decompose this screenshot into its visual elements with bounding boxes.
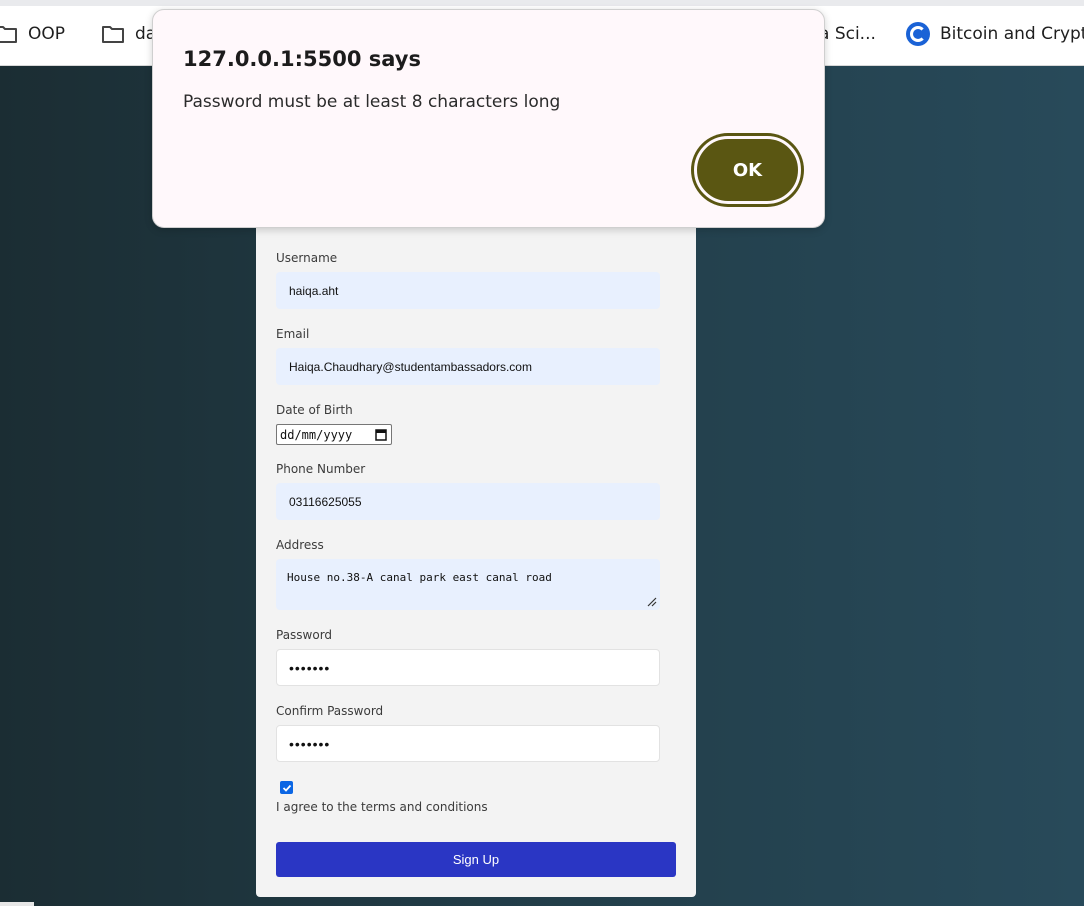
bookmark-bitcoin[interactable]: Bitcoin and Crypto bbox=[906, 22, 1084, 46]
email-label: Email bbox=[276, 327, 310, 341]
confirm-password-value: ••••••• bbox=[289, 735, 331, 752]
bookmark-oop[interactable]: OOP bbox=[0, 22, 65, 46]
folder-icon bbox=[0, 26, 17, 43]
password-value: ••••••• bbox=[289, 659, 331, 676]
phone-label: Phone Number bbox=[276, 462, 366, 476]
email-value: Haiqa.Chaudhary@studentambassadors.com bbox=[289, 359, 532, 374]
address-label: Address bbox=[276, 538, 324, 552]
resize-handle-icon[interactable] bbox=[647, 597, 657, 607]
bookmark-da[interactable]: da bbox=[101, 22, 156, 46]
bookmark-label: OOP bbox=[28, 24, 66, 44]
bookmark-label: Bitcoin and Crypto bbox=[940, 24, 1084, 44]
confirm-password-label: Confirm Password bbox=[276, 704, 384, 718]
email-input[interactable]: Haiqa.Chaudhary@studentambassadors.com bbox=[276, 348, 660, 385]
dob-placeholder: dd/mm/yyyy bbox=[280, 427, 353, 442]
password-input[interactable]: ••••••• bbox=[276, 649, 660, 686]
dialog-message: Password must be at least 8 characters l… bbox=[183, 92, 561, 112]
phone-input[interactable]: 03116625055 bbox=[276, 483, 660, 520]
phone-value: 03116625055 bbox=[289, 494, 362, 509]
terms-checkbox[interactable] bbox=[280, 781, 293, 794]
confirm-password-input[interactable]: ••••••• bbox=[276, 725, 660, 762]
dob-label: Date of Birth bbox=[276, 403, 353, 417]
username-label: Username bbox=[276, 251, 338, 265]
username-value: haiqa.aht bbox=[289, 283, 339, 298]
tab-strip-edge bbox=[0, 0, 1084, 6]
alert-dialog: 127.0.0.1:5500 says Password must be at … bbox=[152, 9, 825, 228]
taskbar-edge bbox=[0, 902, 34, 906]
dob-input[interactable]: dd/mm/yyyy bbox=[276, 424, 392, 445]
signup-form: Username haiqa.aht Email Haiqa.Chaudhary… bbox=[256, 215, 696, 897]
sign-up-button[interactable]: Sign Up bbox=[276, 842, 676, 877]
ok-button[interactable]: OK bbox=[694, 136, 801, 204]
terms-label: I agree to the terms and conditions bbox=[276, 800, 488, 814]
password-label: Password bbox=[276, 628, 333, 642]
address-textarea[interactable]: House no.38-A canal park east canal road bbox=[276, 559, 660, 610]
folder-icon bbox=[102, 26, 124, 43]
checkmark-icon bbox=[282, 784, 291, 792]
username-input[interactable]: haiqa.aht bbox=[276, 272, 660, 309]
dialog-title: 127.0.0.1:5500 says bbox=[183, 47, 421, 71]
c-logo-icon bbox=[906, 22, 930, 46]
bookmark-label: a Sci... bbox=[819, 24, 876, 44]
bookmark-data-science[interactable]: a Sci... bbox=[819, 22, 876, 46]
address-value: House no.38-A canal park east canal road bbox=[287, 571, 552, 584]
calendar-icon[interactable] bbox=[375, 428, 387, 441]
